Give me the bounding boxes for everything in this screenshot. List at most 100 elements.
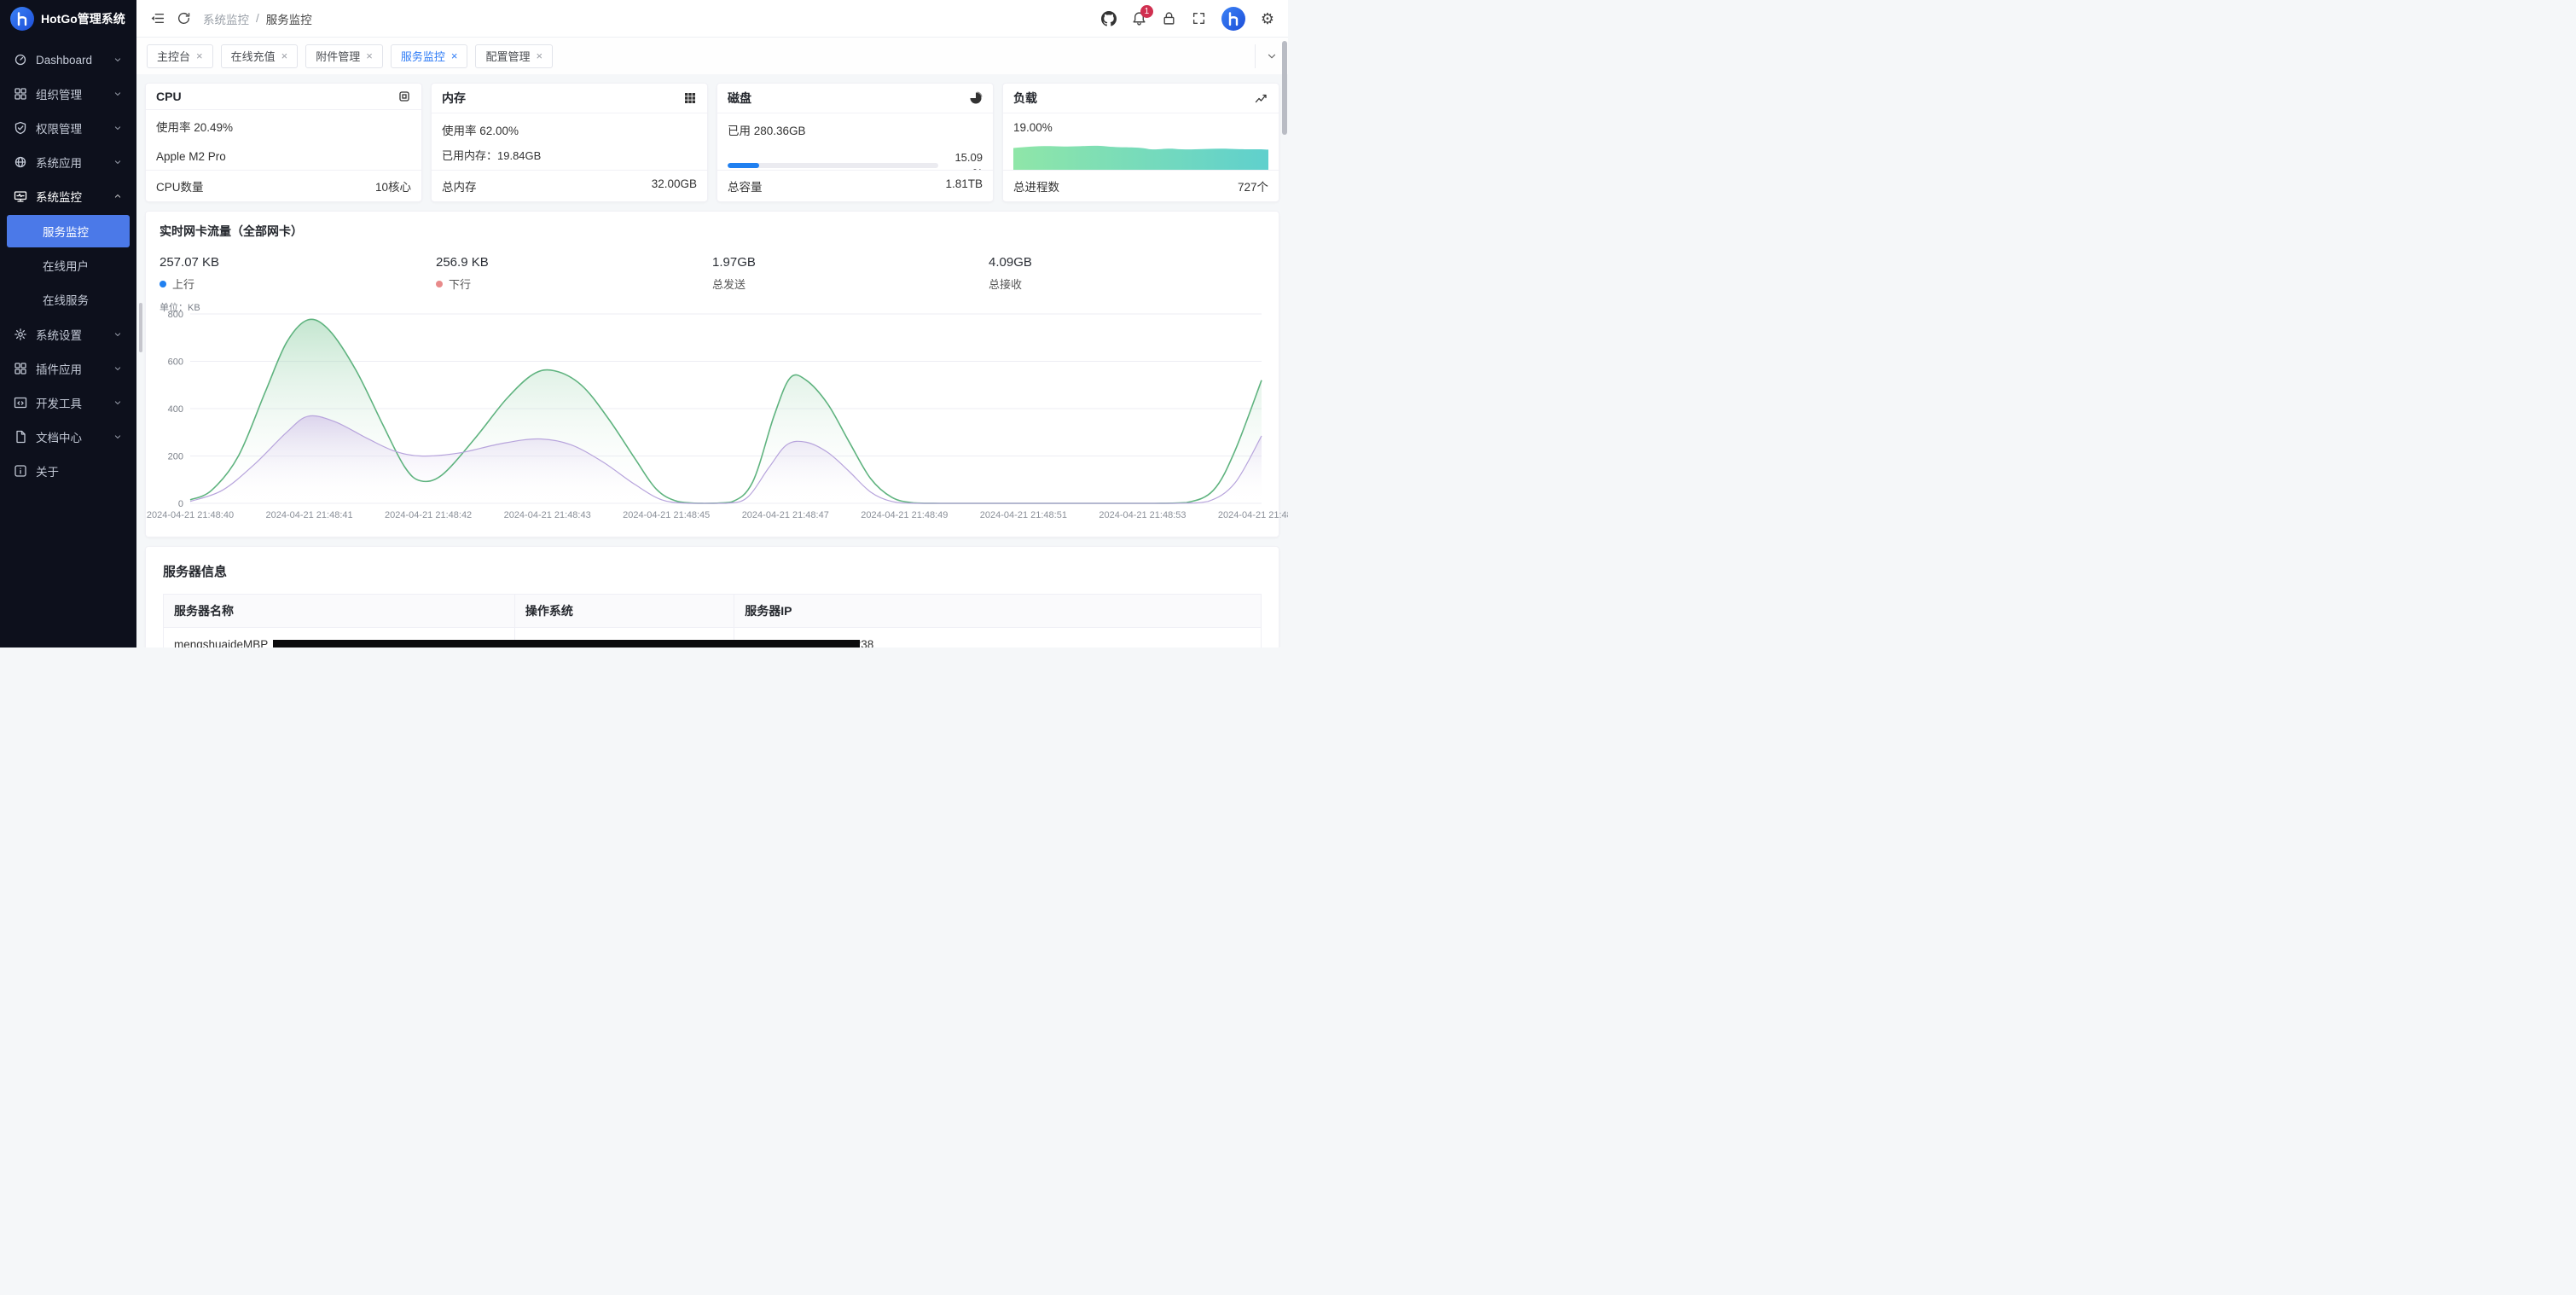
chevron-down-icon [113, 329, 123, 340]
load-card: 负载 19.00% [1002, 83, 1279, 202]
x-tick-label: 2024-04-21 21:48:41 [265, 510, 352, 520]
logo-icon [10, 7, 34, 31]
cpu-card-title: CPU [156, 90, 182, 103]
vertical-scrollbar-thumb[interactable] [1282, 41, 1287, 135]
cpu-chip-icon [397, 90, 411, 103]
sidebar-item-about[interactable]: 关于 [7, 454, 130, 488]
disk-progress-fill [728, 163, 759, 168]
refresh-button[interactable] [177, 11, 191, 26]
fullscreen-button[interactable] [1192, 11, 1206, 26]
fullscreen-icon [1192, 11, 1206, 26]
lock-icon [1162, 11, 1176, 26]
notifications-button[interactable]: 1 [1132, 11, 1146, 26]
disk-card: 磁盘 已用 280.36GB 15.09 % [717, 83, 994, 202]
sidebar-item-organization[interactable]: 组织管理 [7, 77, 130, 111]
stat-downstream: 256.9 KB 下行 [436, 255, 712, 292]
chevron-down-icon [113, 363, 123, 374]
upstream-dot [160, 281, 166, 287]
collapse-sidebar-button[interactable] [150, 11, 165, 26]
cpu-card: CPU 使用率 20.49% Apple M2 Pro CPU数量 10核心 [145, 83, 422, 202]
gear-icon: ⚙ [1261, 11, 1274, 26]
document-icon [14, 430, 27, 444]
server-info-title: 服务器信息 [163, 562, 1262, 580]
breadcrumb: 系统监控 / 服务监控 [203, 10, 312, 27]
x-tick-label: 2024-04-21 21:48:53 [1099, 510, 1186, 520]
avatar-logo-icon [1221, 7, 1245, 31]
load-sparkline [1013, 137, 1268, 170]
github-icon [1101, 11, 1117, 26]
load-card-title: 负载 [1013, 90, 1037, 107]
tab-config[interactable]: 配置管理 × [475, 44, 553, 68]
refresh-icon [177, 11, 191, 26]
page-content: CPU 使用率 20.49% Apple M2 Pro CPU数量 10核心 内… [136, 74, 1288, 648]
user-avatar[interactable] [1221, 7, 1245, 31]
memory-card-title: 内存 [442, 90, 466, 107]
tab-attachments[interactable]: 附件管理 × [305, 44, 383, 68]
close-icon[interactable]: × [536, 50, 542, 61]
tab-console[interactable]: 主控台 × [147, 44, 213, 68]
tab-service-monitor[interactable]: 服务监控 × [391, 44, 468, 68]
memory-used: 已用内存：19.84GB [442, 147, 697, 163]
memory-card: 内存 使用率 62.00% 已用内存：19.84GB 剩余内存：12.16GB … [431, 83, 708, 202]
breadcrumb-parent[interactable]: 系统监控 [203, 10, 249, 27]
disk-footer-value: 1.81TB [945, 177, 983, 195]
tab-online-recharge[interactable]: 在线充值 × [221, 44, 299, 68]
memory-usage: 使用率 62.00% [442, 121, 697, 138]
close-icon[interactable]: × [196, 50, 203, 61]
app-logo[interactable]: HotGo管理系统 [0, 0, 136, 38]
traffic-chart: 02004006008002024-04-21 21:48:402024-04-… [160, 302, 1267, 526]
memory-footer-value: 32.00GB [652, 177, 697, 195]
tab-bar: 主控台 × 在线充值 × 附件管理 × 服务监控 × 配置管理 × [136, 38, 1288, 74]
x-tick-label: 2024-04-21 21:48:43 [504, 510, 591, 520]
disk-used: 已用 280.36GB [728, 121, 983, 138]
chevron-down-icon [113, 55, 123, 65]
close-icon[interactable]: × [366, 50, 373, 61]
sidebar-item-dev-tools[interactable]: 开发工具 [7, 386, 130, 420]
lock-screen-button[interactable] [1162, 11, 1176, 26]
header-os: 操作系统 [514, 595, 734, 628]
sidebar-item-docs[interactable]: 文档中心 [7, 420, 130, 454]
sidebar-subitem-service-monitor[interactable]: 服务监控 [7, 215, 130, 247]
load-footer-value: 727个 [1238, 177, 1268, 195]
sidebar-item-system-settings[interactable]: 系统设置 [7, 317, 130, 351]
top-header: 系统监控 / 服务监控 1 [136, 0, 1288, 38]
chevron-up-icon [113, 191, 123, 201]
disk-progress-bar [728, 163, 938, 168]
disk-percent: 15.09 % [947, 150, 983, 170]
sidebar-scrollbar-thumb[interactable] [139, 303, 142, 352]
monitor-icon [14, 189, 27, 203]
sidebar-menu: Dashboard 组织管理 权限管理 系统应用 系统监控 [0, 38, 136, 648]
traffic-panel: 实时网卡流量（全部网卡） 257.07 KB 上行 256.9 KB 下行 1.… [145, 211, 1279, 537]
stat-upstream: 257.07 KB 上行 [160, 255, 436, 292]
horizontal-scrollbar-thumb[interactable] [273, 640, 860, 648]
x-tick-label: 2024-04-21 21:48:51 [980, 510, 1067, 520]
table-header-row: 服务器名称 操作系统 服务器IP [164, 595, 1262, 628]
close-icon[interactable]: × [281, 50, 288, 61]
sidebar-item-system-apps[interactable]: 系统应用 [7, 145, 130, 179]
grid-icon [14, 87, 27, 101]
sidebar-subitem-online-services[interactable]: 在线服务 [7, 283, 130, 316]
downstream-dot [436, 281, 443, 287]
sidebar-subitem-online-users[interactable]: 在线用户 [7, 249, 130, 282]
cpu-footer-value: 10核心 [375, 177, 411, 195]
trend-line-icon [1255, 91, 1268, 105]
app-window: HotGo管理系统 Dashboard 组织管理 权限管理 系统应用 [0, 0, 1288, 648]
y-tick-label: 200 [168, 452, 183, 462]
sidebar-item-system-monitor[interactable]: 系统监控 [7, 179, 130, 213]
breadcrumb-separator: / [256, 12, 259, 25]
tabs-dropdown-button[interactable] [1255, 44, 1278, 68]
sidebar-item-dashboard[interactable]: Dashboard [7, 43, 130, 77]
main-area: 系统监控 / 服务监控 1 [136, 0, 1288, 648]
disk-card-title: 磁盘 [728, 90, 751, 107]
cpu-footer-label: CPU数量 [156, 177, 204, 195]
sidebar-item-plugins[interactable]: 插件应用 [7, 351, 130, 386]
settings-button[interactable]: ⚙ [1261, 11, 1274, 26]
header-server-ip: 服务器IP [734, 595, 1262, 628]
y-tick-label: 400 [168, 404, 183, 415]
header-server-name: 服务器名称 [164, 595, 515, 628]
github-button[interactable] [1101, 11, 1117, 26]
sidebar-item-permissions[interactable]: 权限管理 [7, 111, 130, 145]
stat-total-received: 4.09GB 总接收 [989, 255, 1265, 292]
x-tick-label: 2024-04-21 21:48:55 [1218, 510, 1288, 520]
close-icon[interactable]: × [451, 50, 458, 61]
